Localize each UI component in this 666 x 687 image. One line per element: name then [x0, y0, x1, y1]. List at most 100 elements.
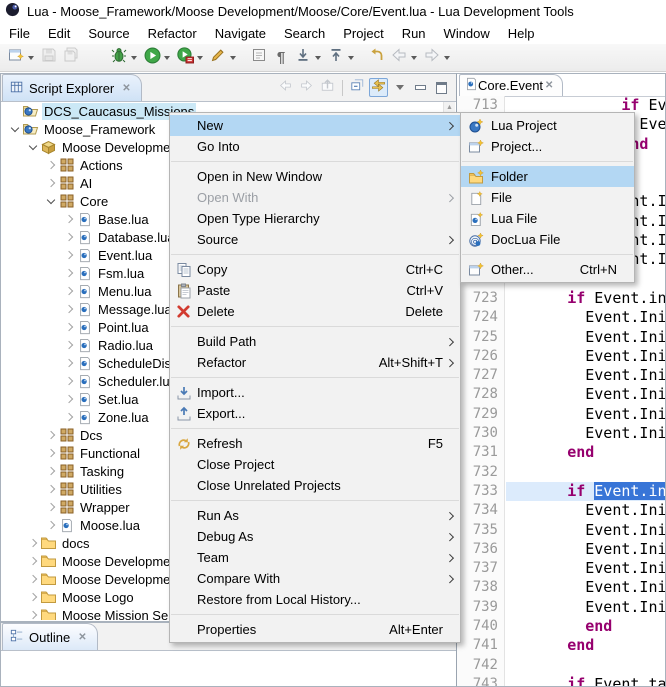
menubar-item-window[interactable]: Window	[435, 23, 499, 44]
expand-chevron[interactable]	[26, 554, 40, 568]
submenu-item-folder[interactable]: Folder	[461, 166, 634, 187]
line-number[interactable]: 725	[457, 328, 505, 347]
expand-chevron[interactable]	[8, 122, 22, 136]
menu-item-import[interactable]: Import...	[170, 382, 460, 403]
expand-chevron[interactable]	[44, 482, 58, 496]
dropdown-arrow-icon[interactable]	[230, 56, 236, 60]
expand-chevron[interactable]	[44, 158, 58, 172]
close-icon[interactable]: ✕	[543, 80, 555, 91]
expand-chevron[interactable]	[62, 410, 76, 424]
line-number[interactable]: 727	[457, 366, 505, 385]
expand-chevron[interactable]	[44, 446, 58, 460]
expand-chevron[interactable]	[26, 608, 40, 620]
menu-item-new[interactable]: New	[170, 115, 460, 136]
submenu-item-project[interactable]: Project...	[461, 136, 634, 157]
scroll-up-icon[interactable]: ▲	[445, 104, 454, 111]
dropdown-arrow-icon[interactable]	[131, 56, 137, 60]
menubar-item-search[interactable]: Search	[275, 23, 334, 44]
dropdown-arrow-icon[interactable]	[444, 56, 450, 60]
new-wizard-button[interactable]	[6, 48, 26, 68]
code-line[interactable]: 733 if Event.initiator and Event.IniObje…	[457, 482, 665, 501]
expand-chevron[interactable]	[62, 248, 76, 262]
line-number[interactable]: 724	[457, 308, 505, 327]
expand-chevron[interactable]	[44, 428, 58, 442]
expand-chevron[interactable]	[44, 194, 58, 208]
menu-item-open-with[interactable]: Open With	[170, 187, 460, 208]
line-number[interactable]: 732	[457, 463, 505, 482]
run-last-button[interactable]	[175, 48, 195, 68]
view-menu-button[interactable]	[390, 78, 409, 97]
line-number[interactable]: 735	[457, 521, 505, 540]
line-number[interactable]: 739	[457, 598, 505, 617]
code-line[interactable]: 731 end	[457, 443, 665, 462]
code-line[interactable]: 726 Event.IniUnitName = Event.IniDCSUnit…	[457, 347, 665, 366]
code-line[interactable]: 735 Event.IniDCSUnitName = Event.IniDCSU…	[457, 521, 665, 540]
expand-chevron[interactable]	[26, 140, 40, 154]
menubar-item-edit[interactable]: Edit	[39, 23, 79, 44]
line-number[interactable]: 740	[457, 617, 505, 636]
next-annotation-button[interactable]	[293, 48, 313, 68]
code-line[interactable]: 725 Event.IniDCSUnitName = Event.IniDCSU…	[457, 328, 665, 347]
expand-chevron[interactable]	[62, 320, 76, 334]
line-number[interactable]: 733	[457, 482, 505, 501]
dropdown-arrow-icon[interactable]	[164, 56, 170, 60]
menu-item-source[interactable]: Source	[170, 229, 460, 250]
code-line[interactable]: 723 if Event.initiator and Event.IniObje…	[457, 289, 665, 308]
menubar-item-run[interactable]: Run	[393, 23, 435, 44]
menu-item-refresh[interactable]: RefreshF5	[170, 433, 460, 454]
expand-chevron[interactable]	[44, 176, 58, 190]
line-number[interactable]: 726	[457, 347, 505, 366]
dropdown-arrow-icon[interactable]	[315, 56, 321, 60]
code-line[interactable]: 734 Event.IniDCSUnit = Event.initiator	[457, 501, 665, 520]
menu-item-refactor[interactable]: RefactorAlt+Shift+T	[170, 352, 460, 373]
maximize-button[interactable]	[432, 78, 451, 97]
dropdown-arrow-icon[interactable]	[28, 56, 34, 60]
expand-chevron[interactable]	[26, 536, 40, 550]
code-line[interactable]: 738 Event.IniCategory = Event.IniObjectC…	[457, 578, 665, 597]
expand-chevron[interactable]	[26, 590, 40, 604]
run-button[interactable]	[142, 48, 162, 68]
menu-item-compare-with[interactable]: Compare With	[170, 568, 460, 589]
menu-item-debug-as[interactable]: Debug As	[170, 526, 460, 547]
menubar-item-navigate[interactable]: Navigate	[206, 23, 275, 44]
menu-item-run-as[interactable]: Run As	[170, 505, 460, 526]
menu-item-open-type-hierarchy[interactable]: Open Type Hierarchy	[170, 208, 460, 229]
menu-item-close-project[interactable]: Close Project	[170, 454, 460, 475]
menu-item-restore-from-local-history[interactable]: Restore from Local History...	[170, 589, 460, 610]
expand-chevron[interactable]	[44, 464, 58, 478]
code-line[interactable]: 730 Event.IniPlayerName = Event.IniDCSUn…	[457, 424, 665, 443]
menu-item-close-unrelated-projects[interactable]: Close Unrelated Projects	[170, 475, 460, 496]
submenu-item-other[interactable]: Other...Ctrl+N	[461, 259, 634, 280]
submenu-item-file[interactable]: File	[461, 187, 634, 208]
tab-script-explorer[interactable]: Script Explorer ✕	[2, 74, 142, 101]
line-number[interactable]: 737	[457, 559, 505, 578]
dropdown-arrow-icon[interactable]	[411, 56, 417, 60]
menu-item-copy[interactable]: CopyCtrl+C	[170, 259, 460, 280]
expand-chevron[interactable]	[62, 266, 76, 280]
expand-chevron[interactable]	[62, 356, 76, 370]
menu-item-properties[interactable]: PropertiesAlt+Enter	[170, 619, 460, 640]
link-with-editor-button[interactable]	[369, 78, 388, 97]
close-icon[interactable]: ✕	[76, 632, 88, 643]
expand-chevron[interactable]	[26, 572, 40, 586]
code-line[interactable]: 740 end	[457, 617, 665, 636]
menu-item-team[interactable]: Team	[170, 547, 460, 568]
line-number[interactable]: 742	[457, 656, 505, 675]
submenu-item-doclua-file[interactable]: @DocLua File	[461, 229, 634, 250]
expand-chevron[interactable]	[62, 302, 76, 316]
expand-chevron[interactable]	[44, 500, 58, 514]
expand-chevron[interactable]	[62, 212, 76, 226]
line-number[interactable]: 723	[457, 289, 505, 308]
menu-item-go-into[interactable]: Go Into	[170, 136, 460, 157]
menu-item-delete[interactable]: DeleteDelete	[170, 301, 460, 322]
expand-chevron[interactable]	[62, 374, 76, 388]
code-line[interactable]: 732	[457, 463, 665, 482]
forward-button[interactable]	[422, 48, 442, 68]
external-tools-button[interactable]	[208, 48, 228, 68]
mark-occurrences-button[interactable]	[249, 48, 269, 68]
menu-item-open-in-new-window[interactable]: Open in New Window	[170, 166, 460, 187]
view-forward-button[interactable]	[297, 78, 316, 97]
code-line[interactable]: 729 Event.IniGroupName = Event.IniDCSGro…	[457, 405, 665, 424]
line-number[interactable]: 736	[457, 540, 505, 559]
code-line[interactable]: 728 Event.IniDCSGroup = Event.IniDCSUnit…	[457, 385, 665, 404]
